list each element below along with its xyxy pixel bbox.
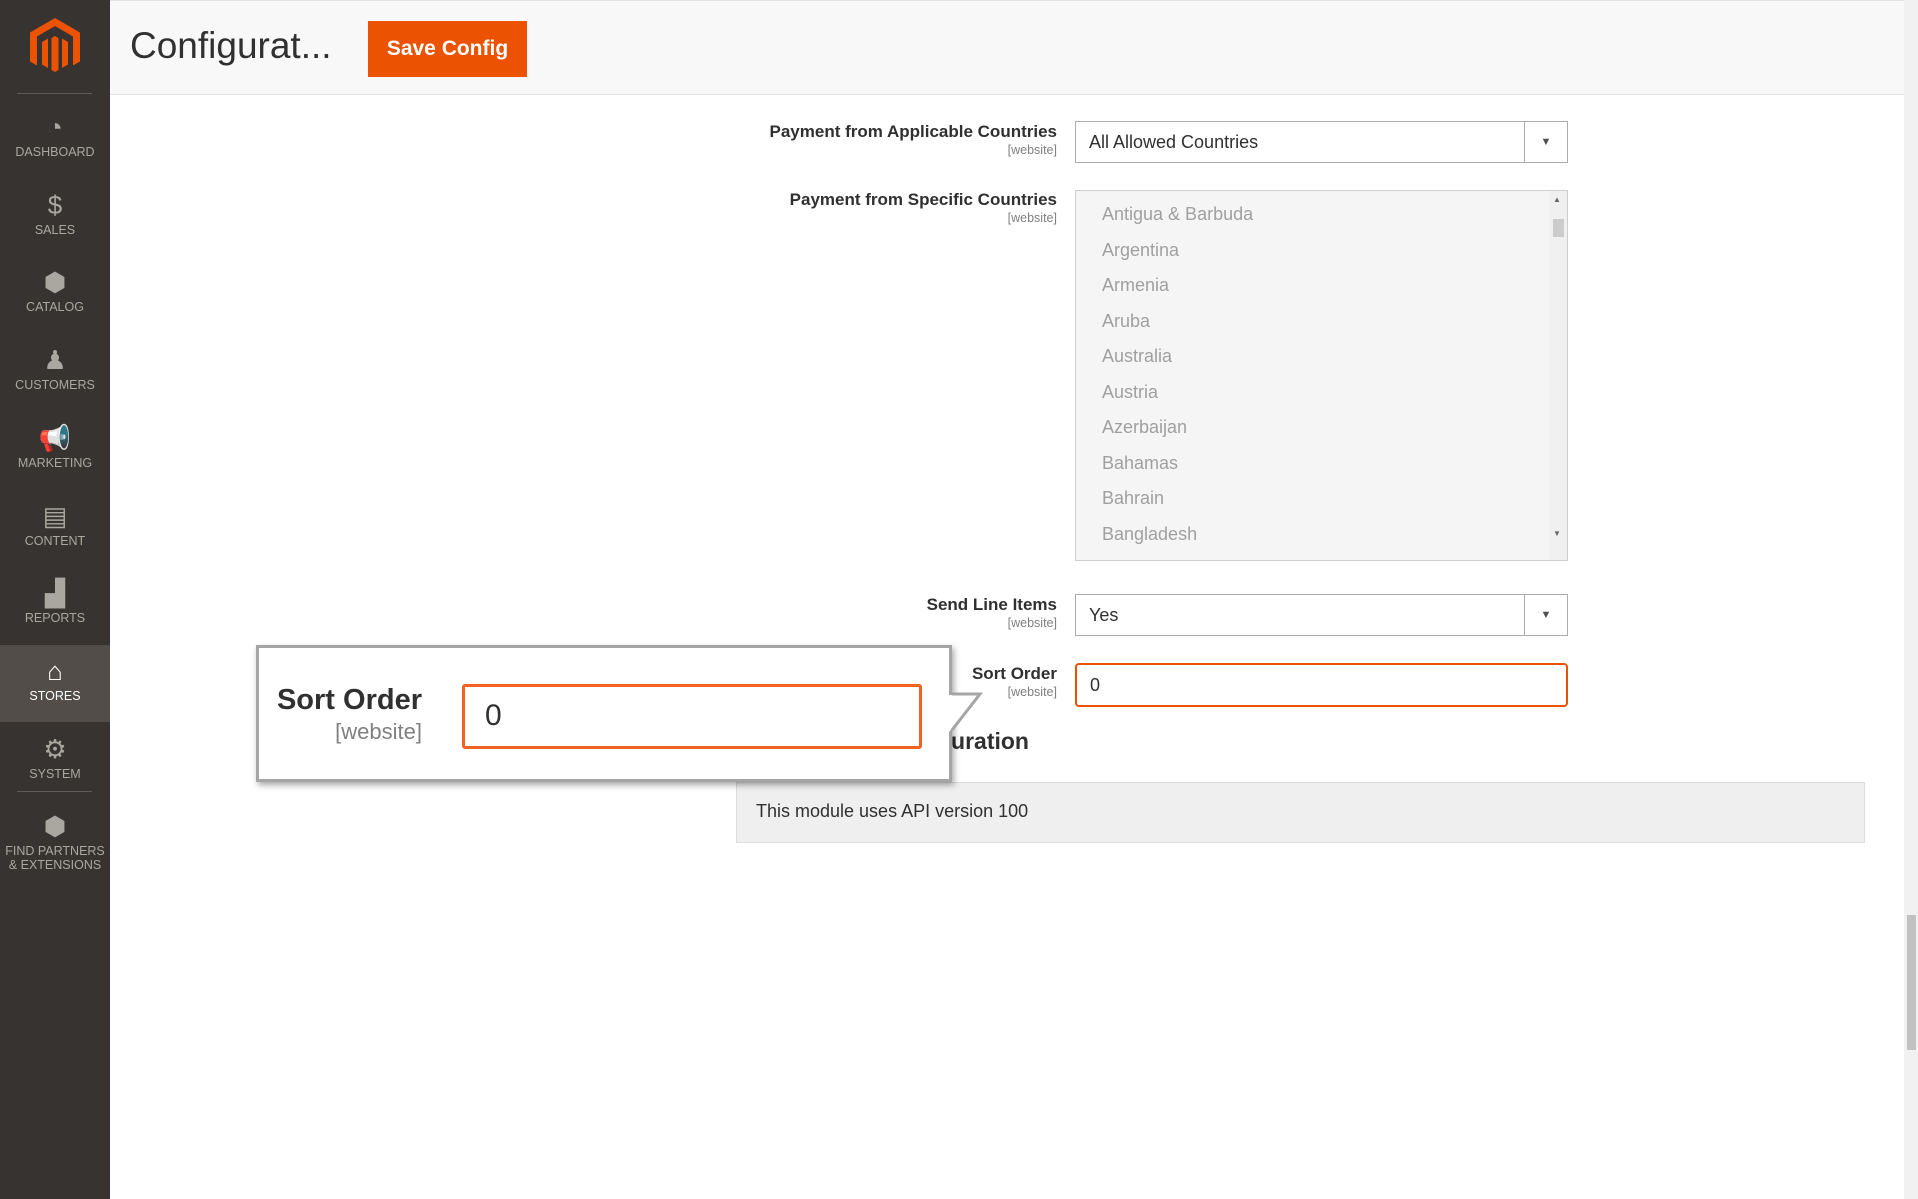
admin-sidebar: ◔ DASHBOARD $ SALES ⬢ CATALOG ♟ CUSTOMERS 📢 MARKE…	[0, 0, 110, 1199]
line-items-label: Send Line Items [website]	[927, 595, 1057, 630]
sidebar-item-dashboard[interactable]: ◔ DASHBOARD	[0, 101, 110, 178]
scrollbar-thumb[interactable]	[1553, 219, 1564, 237]
selected-value: Yes	[1089, 605, 1118, 625]
sidebar-item-system[interactable]: ⚙ SYSTEM	[0, 723, 110, 800]
sidebar-item-customers[interactable]: ♟ CUSTOMERS	[0, 334, 110, 411]
page-header: Configurat... Save Config	[110, 0, 1904, 95]
dollar-icon: $	[0, 191, 110, 219]
box-icon: ⬢	[0, 268, 110, 296]
country-option[interactable]: Bangladesh	[1076, 517, 1567, 553]
specific-countries-label: Payment from Specific Countries [website]	[790, 190, 1057, 225]
country-option[interactable]: Argentina	[1076, 233, 1567, 269]
scope-text: [website]	[277, 719, 422, 745]
country-option[interactable]: Austria	[1076, 375, 1567, 411]
bar-chart-icon: ▟	[0, 579, 110, 607]
sidebar-item-stores[interactable]: ⌂ STORES	[0, 645, 110, 722]
sidebar-item-label: SALES	[35, 223, 75, 237]
store-icon: ⌂	[0, 657, 110, 685]
sort-order-input[interactable]: 0	[1075, 663, 1568, 707]
country-option[interactable]: Azerbaijan	[1076, 410, 1567, 446]
selected-value: All Allowed Countries	[1089, 132, 1258, 152]
megaphone-icon: 📢	[0, 424, 110, 452]
magento-logo-icon[interactable]	[30, 18, 80, 76]
sidebar-divider	[17, 93, 92, 94]
specific-countries-multiselect[interactable]: Antigua & BarbudaArgentinaArmeniaArubaAu…	[1075, 190, 1568, 561]
gear-icon: ⚙	[0, 735, 110, 763]
multiselect-scrollbar[interactable]: ▲▼	[1549, 191, 1567, 560]
scope-text: [website]	[927, 616, 1057, 630]
callout-sort-order-input: 0	[462, 684, 922, 749]
scrollbar-thumb[interactable]	[1907, 915, 1916, 1050]
country-option[interactable]: Armenia	[1076, 268, 1567, 304]
callout-label: Sort Order [website]	[277, 684, 422, 745]
label-text: Send Line Items	[927, 595, 1057, 614]
scope-text: [website]	[790, 211, 1057, 225]
sidebar-item-sales[interactable]: $ SALES	[0, 179, 110, 256]
applicable-countries-label: Payment from Applicable Countries [websit…	[770, 122, 1057, 157]
scroll-down-icon[interactable]: ▼	[1553, 529, 1561, 538]
zoom-callout: Sort Order [website] 0	[256, 645, 952, 782]
sidebar-item-label: CONTENT	[25, 534, 85, 548]
sidebar-item-marketing[interactable]: 📢 MARKETING	[0, 412, 110, 489]
sidebar-item-label: REPORTS	[25, 611, 85, 625]
country-option[interactable]: Bahrain	[1076, 481, 1567, 517]
page-title: Configurat...	[130, 25, 332, 67]
scope-text: [website]	[770, 143, 1057, 157]
sidebar-item-label: FIND PARTNERS & EXTENSIONS	[5, 844, 105, 872]
layout-icon: ▤	[0, 502, 110, 530]
api-version-info: This module uses API version 100	[736, 782, 1865, 843]
applicable-countries-select[interactable]: All Allowed Countries ▼	[1075, 121, 1568, 163]
label-text: Sort Order	[972, 664, 1057, 683]
label-text: Payment from Specific Countries	[790, 190, 1057, 209]
sidebar-item-label: STORES	[29, 689, 80, 703]
label-text: Sort Order	[277, 684, 422, 716]
sidebar-item-label: CATALOG	[26, 300, 84, 314]
country-option[interactable]: Bahamas	[1076, 446, 1567, 482]
scroll-up-icon[interactable]: ▲	[1553, 195, 1561, 204]
cubes-icon: ⬢	[0, 812, 110, 840]
sidebar-divider	[17, 791, 92, 792]
person-icon: ♟	[0, 346, 110, 374]
page-scrollbar[interactable]	[1904, 0, 1918, 1199]
dashboard-icon: ◔	[0, 113, 110, 141]
sidebar-item-label: SYSTEM	[29, 767, 80, 781]
country-option[interactable]: Aruba	[1076, 304, 1567, 340]
label-text: Payment from Applicable Countries	[770, 122, 1057, 141]
sidebar-item-catalog[interactable]: ⬢ CATALOG	[0, 256, 110, 333]
sidebar-item-label: CUSTOMERS	[15, 378, 95, 392]
callout-pointer	[946, 685, 986, 745]
chevron-down-icon[interactable]: ▼	[1524, 595, 1567, 635]
sidebar-item-label: DASHBOARD	[15, 145, 94, 159]
save-config-button[interactable]: Save Config	[368, 21, 527, 77]
line-items-select[interactable]: Yes ▼	[1075, 594, 1568, 636]
country-option[interactable]: Antigua & Barbuda	[1076, 197, 1567, 233]
chevron-down-icon[interactable]: ▼	[1524, 122, 1567, 162]
country-option[interactable]: Australia	[1076, 339, 1567, 375]
sidebar-item-label: MARKETING	[18, 456, 92, 470]
sidebar-item-reports[interactable]: ▟ REPORTS	[0, 567, 110, 644]
sidebar-item-find[interactable]: ⬢ FIND PARTNERS & EXTENSIONS	[0, 800, 110, 877]
sidebar-item-content[interactable]: ▤ CONTENT	[0, 490, 110, 567]
